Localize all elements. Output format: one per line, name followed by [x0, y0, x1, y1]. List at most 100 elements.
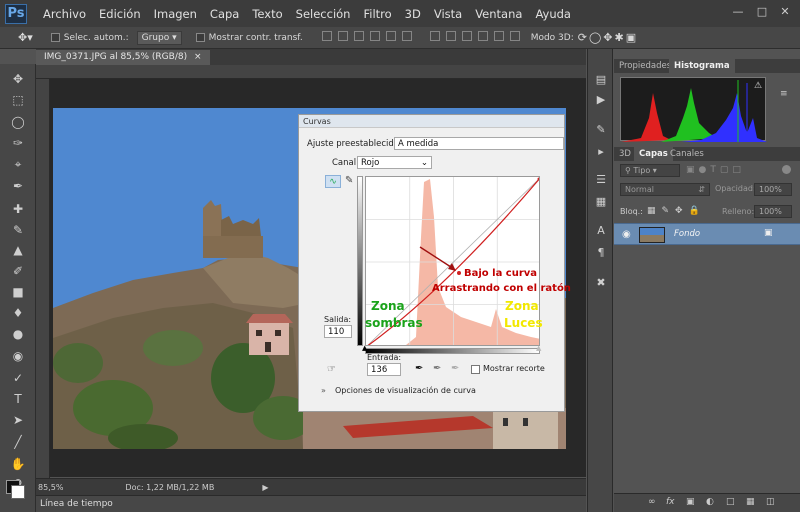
line-tool-icon[interactable]: ╱	[10, 434, 26, 450]
quick-select-tool-icon[interactable]: ✑	[10, 135, 26, 151]
close-button[interactable]: ✕	[775, 3, 795, 20]
background-color-swatch[interactable]	[11, 485, 25, 499]
blur-tool-icon[interactable]: ●	[10, 326, 26, 342]
show-clipping-checkbox[interactable]	[471, 365, 480, 374]
tools-settings-icon[interactable]: ✖	[594, 277, 608, 289]
eyedropper-tool-icon[interactable]: ✒	[10, 178, 26, 194]
new-group-icon[interactable]: □	[726, 497, 735, 507]
lock-icons[interactable]: ▦✎✥🔒	[647, 206, 706, 216]
3d-mode-icons[interactable]: ⟳◯✥✱▣	[578, 31, 638, 44]
white-eyedropper-icon[interactable]: ✒	[451, 363, 459, 374]
channel-select[interactable]: Rojo ⌄	[357, 156, 432, 169]
move-tool-icon[interactable]: ✥	[10, 71, 26, 87]
lasso-tool-icon[interactable]: ◯	[10, 114, 26, 130]
layer-style-icon[interactable]: fx	[666, 497, 675, 507]
align-top-icon[interactable]	[321, 31, 332, 41]
layer-row[interactable]: ◉ Fondo ▣	[614, 223, 800, 245]
layer-comps-icon[interactable]: ▦	[594, 196, 608, 208]
menu-vista[interactable]: Vista	[434, 7, 462, 21]
restore-button[interactable]: □	[752, 3, 772, 20]
path-select-icon[interactable]: ➤	[10, 412, 26, 428]
actions-panel-icon[interactable]: ▶	[594, 94, 608, 106]
black-eyedropper-icon[interactable]: ✒	[415, 363, 423, 374]
histogram-menu-icon[interactable]: ≡	[780, 89, 788, 99]
align-bottom-icon[interactable]	[353, 31, 364, 41]
tab-3d[interactable]: 3D	[614, 147, 636, 161]
warning-icon[interactable]: ⚠	[754, 81, 762, 91]
clone-source-icon[interactable]: ▸	[594, 146, 608, 158]
healing-brush-icon[interactable]: ✚	[10, 201, 26, 217]
menu-seleccion[interactable]: Selección	[296, 7, 351, 21]
layer-filter-icons[interactable]: ▣●T▢□	[686, 165, 745, 175]
menu-ayuda[interactable]: Ayuda	[535, 7, 571, 21]
tool-presets-icon[interactable]: ☰	[594, 174, 608, 186]
opacity-field[interactable]: 100%	[754, 183, 792, 196]
delete-layer-icon[interactable]: ◫	[766, 497, 775, 507]
add-mask-icon[interactable]: ▣	[686, 497, 695, 507]
display-options-label[interactable]: Opciones de visualización de curva	[335, 386, 476, 395]
blend-mode-select[interactable]: Normal ⇵	[620, 183, 710, 196]
pen-tool-icon[interactable]: ✓	[10, 370, 26, 386]
preset-select[interactable]: A medida	[394, 137, 564, 150]
crop-tool-icon[interactable]: ⌖	[10, 156, 26, 172]
white-point-slider[interactable]: ▲	[536, 344, 541, 352]
history-brush-icon[interactable]: ✐	[10, 263, 26, 279]
visibility-eye-icon[interactable]: ◉	[622, 229, 631, 240]
menu-ventana[interactable]: Ventana	[475, 7, 522, 21]
type-tool-icon[interactable]: T	[10, 391, 26, 407]
distribute-vcenter-icon[interactable]	[445, 31, 456, 41]
timeline-panel-bar[interactable]: Línea de tiempo	[36, 495, 586, 512]
distribute-right-icon[interactable]	[509, 31, 520, 41]
menu-edicion[interactable]: Edición	[99, 7, 141, 21]
filter-toggle-icon[interactable]	[782, 165, 791, 174]
align-right-icon[interactable]	[401, 31, 412, 41]
menu-filtro[interactable]: Filtro	[363, 7, 391, 21]
zoom-level[interactable]: 85,5%	[38, 483, 63, 492]
fill-field[interactable]: 100%	[754, 205, 792, 218]
align-vcenter-icon[interactable]	[337, 31, 348, 41]
output-field[interactable]: 110	[324, 325, 352, 338]
expand-options-icon[interactable]: »	[321, 386, 326, 395]
group-select[interactable]: Grupo ▾	[136, 30, 182, 45]
menu-capa[interactable]: Capa	[210, 7, 239, 21]
tab-histogram[interactable]: Histograma	[669, 59, 735, 73]
pencil-draw-icon[interactable]: ✎	[345, 175, 353, 186]
black-point-slider[interactable]: ▲	[362, 344, 367, 352]
paint-bucket-icon[interactable]: ♦	[10, 305, 26, 321]
align-hcenter-icon[interactable]	[385, 31, 396, 41]
marquee-tool-icon[interactable]: ⬚	[10, 92, 26, 108]
paragraph-panel-icon[interactable]: ¶	[594, 247, 608, 259]
link-layers-icon[interactable]: ∞	[648, 497, 656, 507]
character-panel-icon[interactable]: A	[594, 225, 608, 237]
on-image-adjust-icon[interactable]: ☞	[327, 364, 336, 375]
eraser-tool-icon[interactable]: ■	[10, 284, 26, 300]
new-layer-icon[interactable]: ▦	[746, 497, 755, 507]
document-tab[interactable]: IMG_0371.JPG al 85,5% (RGB/8) ×	[36, 50, 210, 65]
dodge-tool-icon[interactable]: ◉	[10, 348, 26, 364]
menu-texto[interactable]: Texto	[252, 7, 282, 21]
curve-point-tool-icon[interactable]: ∿	[325, 175, 341, 188]
adjustment-layer-icon[interactable]: ◐	[706, 497, 714, 507]
tab-channels[interactable]: Canales	[665, 147, 709, 161]
minimize-button[interactable]: —	[728, 3, 748, 20]
close-tab-icon[interactable]: ×	[194, 52, 202, 62]
gray-eyedropper-icon[interactable]: ✒	[433, 363, 441, 374]
move-tool-icon[interactable]: ✥▾	[18, 31, 33, 44]
hand-tool-icon[interactable]: ✋	[10, 456, 26, 472]
distribute-hcenter-icon[interactable]	[493, 31, 504, 41]
menu-archivo[interactable]: Archivo	[43, 7, 86, 21]
show-transform-checkbox[interactable]	[195, 33, 205, 42]
distribute-left-icon[interactable]	[477, 31, 488, 41]
menu-imagen[interactable]: Imagen	[154, 7, 197, 21]
distribute-bottom-icon[interactable]	[461, 31, 472, 41]
auto-select-checkbox[interactable]	[50, 33, 60, 42]
filter-kind-select[interactable]: ⚲ Tipo ▾	[620, 164, 680, 177]
brush-tool-icon[interactable]: ✎	[10, 222, 26, 238]
clone-stamp-icon[interactable]: ▲	[10, 242, 26, 258]
status-menu-arrow-icon[interactable]: ▶	[262, 483, 268, 492]
tab-properties[interactable]: Propiedades	[614, 59, 676, 73]
input-field[interactable]: 136	[367, 363, 401, 376]
brush-panel-icon[interactable]: ✎	[594, 124, 608, 136]
align-left-icon[interactable]	[369, 31, 380, 41]
history-panel-icon[interactable]: ▤	[594, 74, 608, 86]
